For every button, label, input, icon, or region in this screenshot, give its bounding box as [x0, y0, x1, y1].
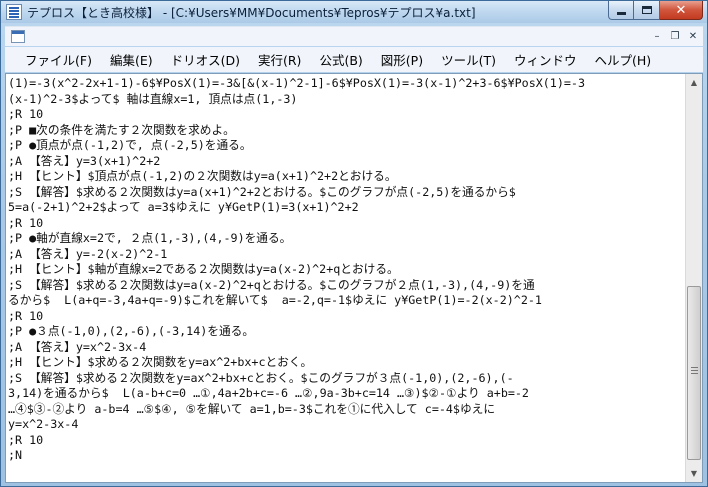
text-line: ;P ●３点(-1,0),(2,-6),(-3,14)を通る。: [8, 324, 255, 338]
menu-bar: ファイル(F) 編集(E) ドリオス(D) 実行(R) 公式(B) 図形(P) …: [5, 47, 703, 72]
text-line: (x-1)^2-3$よって$ 軸は直線x=1, 頂点は点(1,-3): [8, 91, 298, 106]
text-editor: (1)=-3(x^2-2x+1-1)-6$¥PosX(1)=-3&[&(x-1)…: [5, 73, 703, 483]
menu-drios[interactable]: ドリオス(D): [163, 47, 250, 72]
app-icon[interactable]: [6, 4, 22, 20]
text-line: ;P ●軸が直線x=2で, ２点(1,-3),(4,-9)を通る。: [8, 231, 292, 245]
text-line: ;H 【ヒント】$求める２次関数をy=ax^2+bx+cとおく。: [8, 355, 313, 369]
close-icon: ✕: [675, 2, 687, 18]
close-button[interactable]: ✕: [660, 1, 703, 20]
text-line: ;P ●頂点が点(-1,2)で, 点(-2,5)を通る。: [8, 138, 252, 152]
text-line: (1)=-3(x^2-2x+1-1)-6$¥PosX(1)=-3&[&(x-1)…: [8, 76, 585, 90]
mdi-minimize-button[interactable]: –: [649, 29, 665, 44]
maximize-button[interactable]: [634, 1, 660, 20]
mdi-restore-button[interactable]: ❐: [667, 29, 683, 44]
window-title: テプロス【とき高校様】 - [C:¥Users¥MM¥Documents¥Tep…: [27, 6, 476, 20]
text-line: …④$③-②より a-b=4 …⑤$④, ⑤を解いて a=1,b=-3$これを①…: [8, 401, 496, 416]
text-line: ;R 10: [8, 107, 44, 121]
text-line: 3,14)を通るから$ L(a-b+c=0 …①,4a+2b+c=-6 …②,9…: [8, 386, 529, 400]
menu-help[interactable]: ヘルプ(H): [587, 47, 662, 72]
arrow-up-icon: ▲: [690, 78, 698, 87]
mdi-buttons: – ❐ ✕: [649, 29, 701, 44]
text-line: ;A 【答え】y=3(x+1)^2+2: [8, 153, 161, 168]
mdi-close-button[interactable]: ✕: [685, 29, 701, 44]
maximize-icon: [641, 6, 652, 14]
text-line: ;A 【答え】y=-2(x-2)^2-1: [8, 246, 168, 261]
menu-tools[interactable]: ツール(T): [433, 47, 506, 72]
menu-window[interactable]: ウィンドウ: [506, 47, 587, 72]
vertical-scrollbar[interactable]: ▲ ▼: [685, 74, 702, 482]
text-line: ;S 【解答】$求める２次関数はy=a(x+1)^2+2とおける。$このグラフが…: [8, 184, 516, 199]
menu-run[interactable]: 実行(R): [250, 47, 311, 72]
text-line: ;R 10: [8, 308, 44, 323]
text-line: ;A 【答え】y=x^2-3x-4: [8, 339, 147, 354]
app-window: テプロス【とき高校様】 - [C:¥Users¥MM¥Documents¥Tep…: [0, 0, 708, 487]
document-icon[interactable]: [11, 30, 25, 43]
text-line: ;H 【ヒント】$頂点が点(-1,2)の２次関数はy=a(x+1)^2+2とおけ…: [8, 169, 397, 183]
menu-file[interactable]: ファイル(F): [17, 47, 102, 72]
mdi-child-bar: – ❐ ✕: [5, 26, 703, 46]
text-line: ;P ■次の条件を満たす２次関数を求めよ。: [8, 122, 235, 137]
menu-edit[interactable]: 編集(E): [102, 47, 163, 72]
text-line: ;R 10: [8, 432, 44, 447]
scroll-down-button[interactable]: ▼: [686, 465, 702, 482]
menu-figure[interactable]: 図形(P): [373, 47, 433, 72]
minimize-icon: [616, 12, 626, 15]
title-bar[interactable]: テプロス【とき高校様】 - [C:¥Users¥MM¥Documents¥Tep…: [1, 1, 707, 23]
text-line: ;S 【解答】$求める２次関数はy=a(x-2)^2+qとおける。$このグラフが…: [8, 277, 535, 292]
editor-text-area[interactable]: (1)=-3(x^2-2x+1-1)-6$¥PosX(1)=-3&[&(x-1)…: [8, 76, 684, 480]
text-line: ;S 【解答】$求める２次関数をy=ax^2+bx+cとおく。$このグラフが３点…: [8, 370, 514, 385]
text-line: るから$ L(a+q=-3,4a+q=-9)$これを解いて$ a=-2,q=-1…: [8, 293, 542, 307]
text-line: y=x^2-3x-4: [8, 417, 79, 431]
text-line: 5=a(-2+1)^2+2$よって a=3$ゆえに y¥GetP(1)=3(x+…: [8, 200, 359, 214]
scroll-up-button[interactable]: ▲: [686, 74, 702, 91]
grip-icon: [691, 367, 698, 368]
menu-formula[interactable]: 公式(B): [311, 47, 372, 72]
arrow-down-icon: ▼: [690, 469, 698, 478]
scroll-thumb[interactable]: [687, 286, 701, 460]
text-line: ;R 10: [8, 215, 44, 230]
minimize-button[interactable]: [608, 1, 634, 20]
text-line: ;N: [8, 448, 23, 462]
text-line: ;H 【ヒント】$軸が直線x=2である２次関数はy=a(x-2)^2+qとおける…: [8, 262, 399, 276]
caption-buttons: ✕: [608, 1, 703, 20]
